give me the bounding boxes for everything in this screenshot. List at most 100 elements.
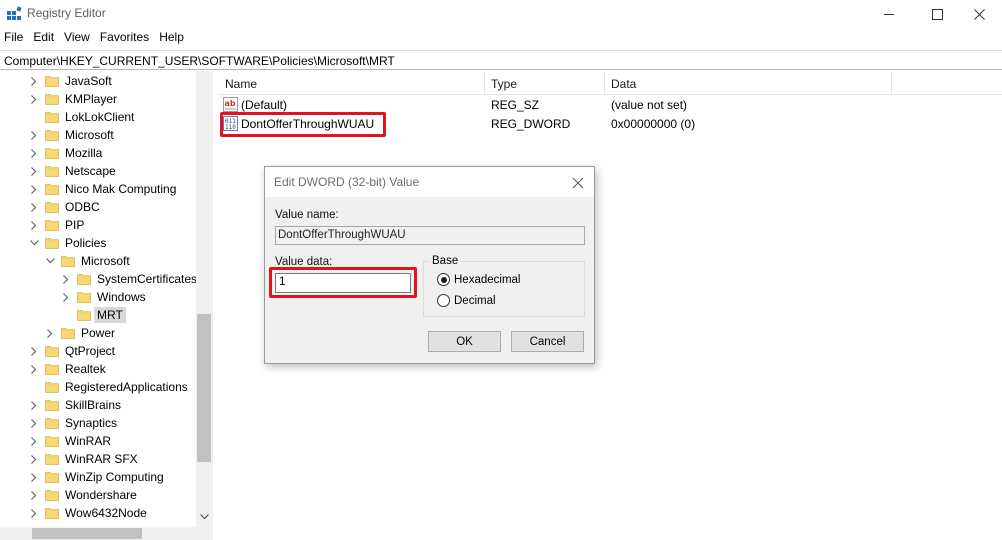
tree-item[interactable]: Power <box>44 324 115 342</box>
key-tree: JavaSoft KMPlayer LokLokClient Microsoft Moz… <box>0 71 213 540</box>
tree-item[interactable]: Wondershare <box>28 486 137 504</box>
menu-favorites[interactable]: Favorites <box>95 29 154 47</box>
tree-item[interactable]: ODBC <box>28 198 100 216</box>
chevron-right-icon[interactable] <box>28 219 40 231</box>
tree-item[interactable]: WinRAR SFX <box>28 450 138 468</box>
tree-item-label: Microsoft <box>65 128 114 142</box>
tree-item[interactable]: Synaptics <box>28 414 117 432</box>
column-data[interactable]: Data <box>605 73 892 95</box>
tree-item[interactable]: Realtek <box>28 360 106 378</box>
tree-item[interactable]: Windows <box>60 288 146 306</box>
tree-item-label: Mozilla <box>65 146 103 160</box>
cancel-button[interactable]: Cancel <box>511 331 584 352</box>
chevron-right-icon[interactable] <box>28 201 40 213</box>
chevron-right-icon[interactable] <box>28 165 40 177</box>
tree-item[interactable]: PIP <box>28 216 84 234</box>
chevron-right-icon[interactable] <box>60 291 72 303</box>
chevron-right-icon[interactable] <box>28 129 40 141</box>
tree-item[interactable]: Wow6432Node <box>28 504 147 522</box>
tree-item-label: WinRAR SFX <box>65 452 138 466</box>
value-type: REG_DWORD <box>491 117 571 131</box>
folder-icon <box>45 165 59 177</box>
tree-item[interactable]: KMPlayer <box>28 90 117 108</box>
folder-icon <box>45 399 59 411</box>
tree-item-label: MRT <box>94 307 126 323</box>
chevron-right-icon[interactable] <box>28 453 40 465</box>
menu-edit[interactable]: Edit <box>28 29 59 47</box>
folder-icon <box>45 201 59 213</box>
dialog-title-bar: Edit DWORD (32-bit) Value <box>265 167 594 197</box>
menu-help[interactable]: Help <box>154 29 189 47</box>
column-name[interactable]: Name <box>219 73 485 95</box>
highlight-box-value-data <box>269 267 417 298</box>
tree-item[interactable]: QtProject <box>28 342 115 360</box>
minimize-button[interactable] <box>866 0 912 28</box>
value-name-field: DontOfferThroughWUAU <box>275 226 585 245</box>
chevron-down-icon[interactable] <box>44 255 56 267</box>
tree-item[interactable]: WinZip Computing <box>28 468 164 486</box>
highlight-box-value-row <box>220 112 386 137</box>
tree-item[interactable]: Netscape <box>28 162 116 180</box>
menu-file[interactable]: File <box>0 29 28 47</box>
chevron-right-icon[interactable] <box>28 345 40 357</box>
chevron-right-icon[interactable] <box>28 471 40 483</box>
edit-dword-dialog: Edit DWORD (32-bit) Value Value name: Do… <box>264 166 595 364</box>
chevron-right-icon[interactable] <box>28 507 40 519</box>
chevron-right-icon[interactable] <box>28 435 40 447</box>
tree-item[interactable]: WinRAR <box>28 432 111 450</box>
radio-button[interactable] <box>437 294 450 307</box>
ok-button[interactable]: OK <box>428 331 501 352</box>
folder-icon <box>45 129 59 141</box>
tree-item[interactable]: MRT <box>60 306 126 324</box>
folder-icon <box>45 237 59 249</box>
tree-item[interactable]: Nico Mak Computing <box>28 180 176 198</box>
tree-item[interactable]: SkillBrains <box>28 396 121 414</box>
chevron-right-icon[interactable] <box>28 363 40 375</box>
radio-decimal[interactable]: Decimal <box>437 294 496 307</box>
tree-item-label: Synaptics <box>65 416 118 430</box>
address-bar[interactable]: Computer\HKEY_CURRENT_USER\SOFTWARE\Poli… <box>0 50 1002 70</box>
tree-item[interactable]: Microsoft <box>28 126 114 144</box>
folder-icon <box>45 345 59 357</box>
tree-item[interactable]: Policies <box>28 234 106 252</box>
scroll-down-button[interactable] <box>196 508 213 525</box>
dialog-close-button[interactable] <box>568 173 588 193</box>
folder-icon <box>45 75 59 87</box>
close-button[interactable] <box>956 0 1002 28</box>
tree-item[interactable]: Microsoft <box>44 252 130 270</box>
chevron-right-icon[interactable] <box>28 75 40 87</box>
chevron-down-icon <box>200 513 209 519</box>
chevron-right-icon[interactable] <box>28 93 40 105</box>
radio-hexadecimal[interactable]: Hexadecimal <box>437 273 520 286</box>
tree-item[interactable]: LokLokClient <box>28 108 134 126</box>
string-value-icon: ab <box>223 97 238 112</box>
tree-item[interactable]: JavaSoft <box>28 72 112 90</box>
tree-item[interactable]: Mozilla <box>28 144 102 162</box>
radio-button-selected[interactable] <box>437 273 450 286</box>
maximize-button[interactable] <box>914 0 960 28</box>
chevron-right-icon[interactable] <box>28 489 40 501</box>
tree-item-label: ODBC <box>65 200 100 214</box>
folder-icon <box>45 183 59 195</box>
menu-view[interactable]: View <box>59 29 95 47</box>
chevron-right-icon[interactable] <box>28 417 40 429</box>
chevron-right-icon[interactable] <box>28 399 40 411</box>
close-icon <box>572 177 584 189</box>
tree-hscroll-thumb[interactable] <box>32 528 142 539</box>
base-label: Base <box>430 255 461 267</box>
base-groupbox <box>423 261 585 317</box>
tree-item-label: JavaSoft <box>65 74 112 88</box>
folder-icon <box>45 435 59 447</box>
tree-item-label: Wondershare <box>65 488 137 502</box>
chevron-down-icon[interactable] <box>28 237 40 249</box>
tree-item[interactable]: SystemCertificates <box>60 270 197 288</box>
chevron-right-icon[interactable] <box>28 147 40 159</box>
tree-item[interactable]: RegisteredApplications <box>28 378 188 396</box>
column-type[interactable]: Type <box>485 73 605 95</box>
chevron-right-icon[interactable] <box>28 183 40 195</box>
tree-scroll-thumb[interactable] <box>197 314 211 462</box>
chevron-right-icon[interactable] <box>60 273 72 285</box>
chevron-right-icon[interactable] <box>44 327 56 339</box>
